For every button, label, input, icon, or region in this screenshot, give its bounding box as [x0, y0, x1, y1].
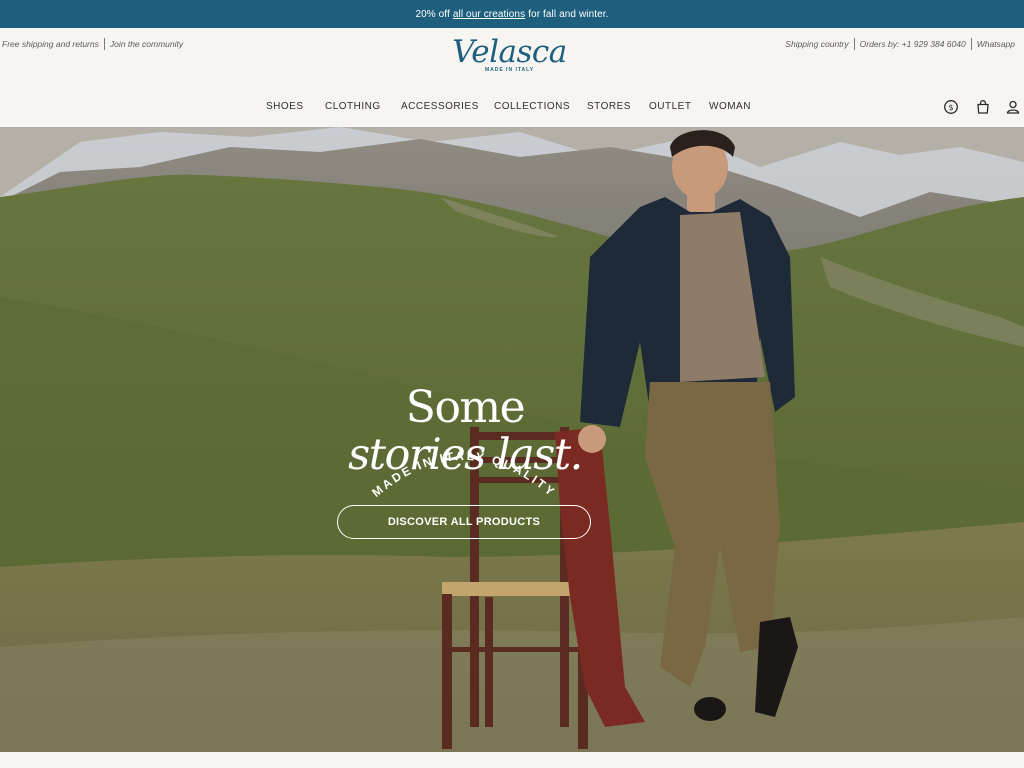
- divider: [853, 38, 855, 50]
- shopping-bag-icon[interactable]: [975, 99, 991, 115]
- nav-item-collections[interactable]: COLLECTIONS: [494, 101, 570, 112]
- hero-headline-line2: stories last.: [348, 430, 583, 480]
- divider: [103, 38, 105, 50]
- site-header: Free shipping and returns Join the commu…: [0, 28, 1024, 127]
- main-nav: SHOES CLOTHING ACCESSORIES COLLECTIONS S…: [0, 101, 1024, 115]
- account-icon[interactable]: [1005, 99, 1021, 115]
- promo-prefix: 20% off: [415, 8, 450, 20]
- svg-text:$: $: [948, 103, 953, 112]
- page-bottom-strip: [0, 752, 1024, 768]
- join-community-link[interactable]: Join the community: [110, 39, 183, 49]
- hero-headline-line1: Some: [405, 382, 526, 433]
- promo-bar: 20% off all our creations for fall and w…: [0, 0, 1024, 28]
- currency-icon[interactable]: $: [943, 99, 959, 115]
- utility-links-left: Free shipping and returns Join the commu…: [2, 38, 183, 50]
- shipping-country-link[interactable]: Shipping country: [785, 39, 848, 49]
- nav-item-shoes[interactable]: SHOES: [266, 101, 304, 112]
- nav-item-outlet[interactable]: OUTLET: [649, 101, 691, 112]
- promo-suffix: for fall and winter.: [528, 8, 609, 20]
- divider: [970, 38, 972, 50]
- utility-links-right: Shipping country Orders by: +1 929 384 6…: [785, 38, 1015, 50]
- nav-item-accessories[interactable]: ACCESSORIES: [401, 101, 479, 112]
- whatsapp-link[interactable]: Whatsapp: [977, 39, 1015, 49]
- promo-link[interactable]: all our creations: [453, 9, 525, 20]
- discover-products-button[interactable]: DISCOVER ALL PRODUCTS: [337, 505, 591, 539]
- nav-item-clothing[interactable]: CLOTHING: [325, 101, 381, 112]
- logo[interactable]: Velasca MADE IN ITALY: [452, 34, 567, 82]
- logo-wordmark: Velasca: [452, 34, 567, 70]
- hero-banner: MADE IN ITALY QUALITY Some stories last.…: [0, 127, 1024, 752]
- orders-phone-link[interactable]: Orders by: +1 929 384 6040: [860, 39, 966, 49]
- free-shipping-link[interactable]: Free shipping and returns: [2, 39, 99, 49]
- nav-item-stores[interactable]: STORES: [587, 101, 631, 112]
- nav-item-woman[interactable]: WOMAN: [709, 101, 751, 112]
